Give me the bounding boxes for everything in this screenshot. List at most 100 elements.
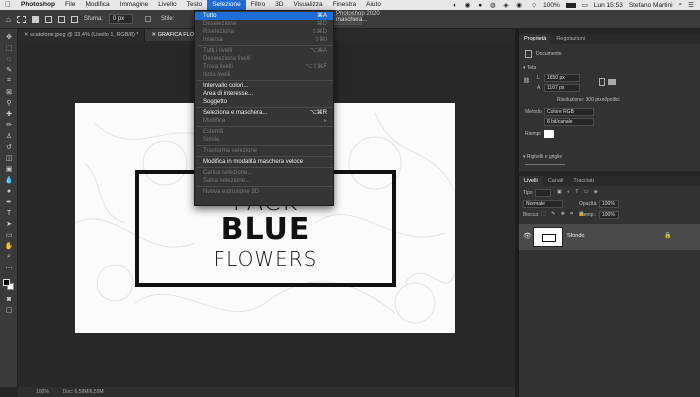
marquee-tool-icon[interactable]: ⬚: [4, 44, 14, 52]
fill-swatch[interactable]: [544, 130, 554, 138]
home-icon[interactable]: ⌂: [6, 15, 11, 24]
opacity-input[interactable]: 100%: [599, 200, 619, 208]
menu-item-tutti-i-livelli[interactable]: Tutti i livelli ⌥⌘A: [195, 47, 333, 55]
dodge-tool-icon[interactable]: ●: [4, 187, 14, 195]
clock[interactable]: Lun 15:53: [594, 2, 623, 9]
layer-name[interactable]: Sfondo: [567, 233, 584, 239]
menu-item-nuova-estrusione-3d[interactable]: Nuova estrusione 3D: [195, 188, 333, 196]
menu-immagine[interactable]: Immagine: [115, 0, 154, 10]
status-icons[interactable]: ◐ ◉ ● ◍ ◈ ◉: [453, 1, 525, 9]
quick-select-tool-icon[interactable]: ✎: [4, 66, 14, 74]
quick-mask-icon[interactable]: ◙: [4, 295, 14, 303]
layer-filter-select[interactable]: [535, 189, 551, 197]
zoom-tool-icon[interactable]: ⌕: [4, 253, 14, 261]
menu-photoshop[interactable]: Photoshop: [16, 0, 60, 10]
hand-tool-icon[interactable]: ✋: [4, 242, 14, 250]
rectangle-tool-icon[interactable]: ▭: [4, 231, 14, 239]
doc-size[interactable]: Doc: 6,59M/6,59M: [63, 389, 104, 395]
healing-brush-icon[interactable]: ✚: [4, 110, 14, 118]
menu-item-isola-livelli[interactable]: Isola livelli: [195, 71, 333, 79]
apple-icon[interactable]: : [0, 0, 16, 10]
brush-tool-icon[interactable]: ✏: [4, 121, 14, 129]
menu-item-seleziona-e-maschera[interactable]: Seleziona e maschera... ⌥⌘R: [195, 109, 333, 117]
menu-file[interactable]: File: [60, 0, 80, 10]
menu-item-simile[interactable]: Simile: [195, 136, 333, 144]
history-brush-icon[interactable]: ↺: [4, 143, 14, 151]
notification-icon[interactable]: ☰: [688, 1, 694, 9]
menu-aiuto[interactable]: Aiuto: [361, 0, 386, 10]
new-selection-icon[interactable]: [31, 15, 39, 23]
screen-mode-icon[interactable]: ▢: [4, 306, 14, 314]
menu-livello[interactable]: Livello: [153, 0, 181, 10]
menu-item-trasforma-selezione[interactable]: Trasforma selezione: [195, 147, 333, 155]
menu-item-deseleziona[interactable]: Deseleziona ⌘D: [195, 20, 333, 28]
menu-item-riseleziona[interactable]: Riseleziona ⇧⌘D: [195, 28, 333, 36]
more-tools-icon[interactable]: ⋯: [4, 264, 14, 272]
menu-item-estendi[interactable]: Estendi: [195, 128, 333, 136]
tab-properties[interactable]: Proprietà: [519, 34, 552, 44]
portrait-icon[interactable]: [599, 78, 605, 86]
wifi-icon[interactable]: ⌔: [531, 1, 537, 10]
search-icon[interactable]: ⌕: [679, 1, 683, 9]
lasso-tool-icon[interactable]: ◌: [4, 55, 14, 63]
crop-tool-icon[interactable]: ⌗: [4, 77, 14, 85]
width-input[interactable]: 1650 px: [544, 74, 580, 82]
menu-3d[interactable]: 3D: [270, 0, 288, 10]
menu-modifica[interactable]: Modifica: [80, 0, 114, 10]
blur-tool-icon[interactable]: 💧: [4, 176, 14, 184]
menu-selezione[interactable]: Selezione: [207, 0, 246, 10]
menu-item-soggetto[interactable]: Soggetto: [195, 98, 333, 106]
marquee-tool-icon[interactable]: [16, 15, 26, 23]
visibility-eye-icon[interactable]: 👁: [523, 232, 532, 240]
menu-testo[interactable]: Testo: [182, 0, 208, 10]
eyedropper-tool-icon[interactable]: ⚲: [4, 99, 14, 107]
menu-item-modifica-in-modalità-maschera-veloce[interactable]: Modifica in modalità maschera veloce: [195, 158, 333, 166]
menu-item-salva-selezione[interactable]: Salva selezione...: [195, 177, 333, 185]
pen-tool-icon[interactable]: ✒: [4, 198, 14, 206]
foreground-color-swatch[interactable]: [3, 279, 10, 286]
battery-text[interactable]: 100%: [543, 2, 560, 9]
color-mode-select[interactable]: Colore RGB: [544, 108, 594, 116]
intersect-selection-icon[interactable]: [70, 15, 78, 23]
menu-item-inversa[interactable]: Inversa ⇧⌘I: [195, 36, 333, 44]
gradient-tool-icon[interactable]: ▣: [4, 165, 14, 173]
clone-stamp-icon[interactable]: ♙: [4, 132, 14, 140]
bit-depth-select[interactable]: 8 bit/canale: [544, 118, 594, 126]
menu-item-tutto[interactable]: Tutto ⌘A: [195, 12, 333, 20]
tab-paths[interactable]: Tracciati: [568, 176, 599, 186]
menu-item-modifica[interactable]: Modifica ▸: [195, 117, 333, 125]
select-and-mask-button[interactable]: maschera...: [332, 15, 367, 25]
add-selection-icon[interactable]: [44, 15, 52, 23]
layer-filter-icons[interactable]: ▣ ◐ T ▭ ◈: [557, 189, 600, 195]
flag-icon[interactable]: ▭: [582, 1, 588, 9]
menu-item-deseleziona-livelli[interactable]: Deseleziona livelli: [195, 55, 333, 63]
tab-channels[interactable]: Canali: [543, 176, 569, 186]
type-tool-icon[interactable]: T: [4, 209, 14, 217]
eraser-tool-icon[interactable]: ◫: [4, 154, 14, 162]
user-name[interactable]: Stefano Martini: [629, 2, 673, 9]
menu-finestra[interactable]: Finestra: [328, 0, 361, 10]
menu-item-trova-livelli[interactable]: Trova livelli ⌥⇧⌘F: [195, 63, 333, 71]
zoom-level[interactable]: 100%: [36, 389, 49, 395]
battery-icon[interactable]: [565, 2, 576, 8]
subtract-selection-icon[interactable]: [57, 15, 65, 23]
menu-item-carica-selezione[interactable]: Carica selezione...: [195, 169, 333, 177]
frame-tool-icon[interactable]: ⊠: [4, 88, 14, 96]
move-tool-icon[interactable]: ✥: [4, 33, 14, 41]
link-icon[interactable]: ⛓: [523, 78, 530, 84]
landscape-icon[interactable]: [608, 79, 616, 85]
layer-row[interactable]: 👁 Sfondo 🔒: [519, 224, 700, 250]
path-select-icon[interactable]: ➤: [4, 220, 14, 228]
fill-input[interactable]: 100%: [599, 211, 619, 219]
blend-mode-select[interactable]: Normale: [523, 200, 563, 208]
menu-item-area-di-interesse[interactable]: Area di interesse...: [195, 90, 333, 98]
menu-item-intervallo-colori[interactable]: Intervallo colori...: [195, 82, 333, 90]
antialias-checkbox[interactable]: [144, 16, 151, 22]
layer-thumbnail[interactable]: [533, 227, 563, 247]
menu-visualizza[interactable]: Visualizza: [289, 0, 328, 10]
tab-layers[interactable]: Livelli: [519, 176, 543, 186]
tab-scatolone[interactable]: ✕ scatolone.jpeg @ 33,4% (Livello 1, RGB…: [18, 29, 146, 41]
sfuma-input[interactable]: 0 px: [108, 14, 133, 24]
tab-adjustments[interactable]: Regolazioni: [551, 34, 590, 44]
height-input[interactable]: 1167 px: [544, 84, 580, 92]
